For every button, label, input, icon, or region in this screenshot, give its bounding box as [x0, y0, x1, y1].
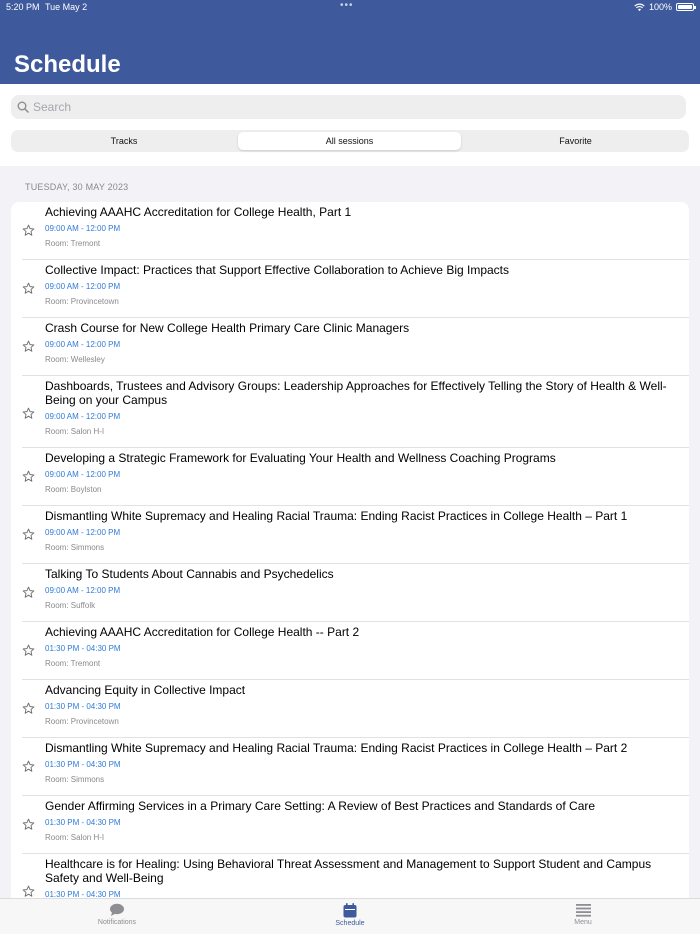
session-room: Room: Provincetown [45, 297, 119, 306]
battery-percent: 100% [648, 2, 672, 12]
tab-notifications[interactable]: Notifications [57, 903, 177, 926]
session-room: Room: Suffolk [45, 601, 96, 610]
favorite-star-icon[interactable] [22, 470, 35, 483]
segment-tracks[interactable]: Tracks [13, 132, 235, 150]
session-time: 09:00 AM - 12:00 PM [45, 340, 121, 349]
session-title: Dashboards, Trustees and Advisory Groups… [45, 379, 667, 407]
session-title: Dismantling White Supremacy and Healing … [45, 509, 628, 523]
session-time: 09:00 AM - 12:00 PM [45, 586, 121, 595]
favorite-star-icon[interactable] [22, 760, 35, 773]
segmented-control: Tracks All sessions Favorite [11, 130, 689, 152]
favorite-star-icon[interactable] [22, 282, 35, 295]
multitasking-dots-icon[interactable]: ••• [340, 0, 354, 11]
favorite-star-icon[interactable] [22, 644, 35, 657]
session-title: Gender Affirming Services in a Primary C… [45, 799, 596, 813]
session-title: Achieving AAAHC Accreditation for Colleg… [45, 205, 352, 219]
segment-all-sessions[interactable]: All sessions [238, 132, 461, 150]
wifi-icon [634, 3, 645, 11]
favorite-star-icon[interactable] [22, 528, 35, 541]
segment-favorite[interactable]: Favorite [464, 132, 687, 150]
session-title: Achieving AAAHC Accreditation for Colleg… [45, 625, 360, 639]
session-row[interactable]: Gender Affirming Services in a Primary C… [11, 796, 689, 854]
session-row[interactable]: Collective Impact: Practices that Suppor… [11, 260, 689, 318]
session-row[interactable]: Dashboards, Trustees and Advisory Groups… [11, 376, 689, 448]
session-time: 09:00 AM - 12:00 PM [45, 470, 121, 479]
session-room: Room: Salon H-I [45, 427, 105, 436]
calendar-icon [343, 903, 357, 918]
tab-menu-label: Menu [574, 919, 592, 926]
session-room: Room: Tremont [45, 659, 101, 668]
search-input[interactable] [33, 97, 673, 117]
battery-icon [676, 3, 696, 11]
status-date: Tue May 2 [45, 2, 88, 12]
session-time: 01:30 PM - 04:30 PM [45, 702, 121, 711]
session-title: Developing a Strategic Framework for Eva… [45, 451, 556, 465]
session-title: Crash Course for New College Health Prim… [45, 321, 410, 335]
search-area: Tracks All sessions Favorite [0, 84, 700, 166]
session-time: 01:30 PM - 04:30 PM [45, 760, 121, 769]
session-row[interactable]: Healthcare is for Healing: Using Behavio… [11, 854, 689, 898]
tab-schedule-label: Schedule [335, 920, 365, 927]
session-row[interactable]: Developing a Strategic Framework for Eva… [11, 448, 689, 506]
tab-schedule[interactable]: Schedule [290, 903, 410, 927]
session-title: Dismantling White Supremacy and Healing … [45, 741, 628, 755]
search-bar[interactable] [11, 95, 686, 119]
session-title: Collective Impact: Practices that Suppor… [45, 263, 510, 277]
speech-bubble-icon [110, 903, 124, 916]
session-time: 01:30 PM - 04:30 PM [45, 818, 121, 827]
session-room: Room: Simmons [45, 775, 105, 784]
session-time: 01:30 PM - 04:30 PM [45, 890, 121, 898]
session-row[interactable]: Achieving AAAHC Accreditation for Colleg… [11, 202, 689, 260]
hamburger-menu-icon [575, 904, 591, 917]
status-bar: 5:20 PM Tue May 2 ••• 100% [0, 0, 700, 14]
tab-bar: Notifications Schedule Menu [0, 898, 700, 934]
session-row[interactable]: Crash Course for New College Health Prim… [11, 318, 689, 376]
session-list: Achieving AAAHC Accreditation for Colleg… [11, 202, 689, 898]
session-time: 09:00 AM - 12:00 PM [45, 412, 121, 421]
favorite-star-icon[interactable] [22, 702, 35, 715]
session-time: 09:00 AM - 12:00 PM [45, 528, 121, 537]
favorite-star-icon[interactable] [22, 340, 35, 353]
search-icon [17, 101, 29, 113]
session-time: 09:00 AM - 12:00 PM [45, 224, 121, 233]
favorite-star-icon[interactable] [22, 885, 35, 898]
favorite-star-icon[interactable] [22, 224, 35, 237]
session-title: Healthcare is for Healing: Using Behavio… [45, 857, 652, 885]
session-title: Advancing Equity in Collective Impact [45, 683, 246, 697]
status-time: 5:20 PM [6, 2, 40, 12]
session-room: Room: Wellesley [45, 355, 105, 364]
page-title: Schedule [14, 51, 121, 78]
session-row[interactable]: Achieving AAAHC Accreditation for Colleg… [11, 622, 689, 680]
favorite-star-icon[interactable] [22, 586, 35, 599]
session-room: Room: Boylston [45, 485, 102, 494]
session-row[interactable]: Dismantling White Supremacy and Healing … [11, 738, 689, 796]
session-row[interactable]: Dismantling White Supremacy and Healing … [11, 506, 689, 564]
session-time: 09:00 AM - 12:00 PM [45, 282, 121, 291]
nav-header: 5:20 PM Tue May 2 ••• 100% Schedule [0, 0, 700, 84]
tab-menu[interactable]: Menu [523, 903, 643, 926]
status-right: 100% [634, 2, 696, 12]
session-title: Talking To Students About Cannabis and P… [45, 567, 334, 581]
tab-notifications-label: Notifications [97, 919, 137, 926]
session-room: Room: Provincetown [45, 717, 119, 726]
session-row[interactable]: Advancing Equity in Collective Impact 01:… [11, 680, 689, 738]
session-room: Room: Salon H-I [45, 833, 105, 842]
session-row[interactable]: Talking To Students About Cannabis and P… [11, 564, 689, 622]
favorite-star-icon[interactable] [22, 818, 35, 831]
session-room: Room: Tremont [45, 239, 101, 248]
favorite-star-icon[interactable] [22, 407, 35, 420]
session-room: Room: Simmons [45, 543, 105, 552]
session-time: 01:30 PM - 04:30 PM [45, 644, 121, 653]
section-header-date: TUESDAY, 30 MAY 2023 [25, 182, 129, 192]
